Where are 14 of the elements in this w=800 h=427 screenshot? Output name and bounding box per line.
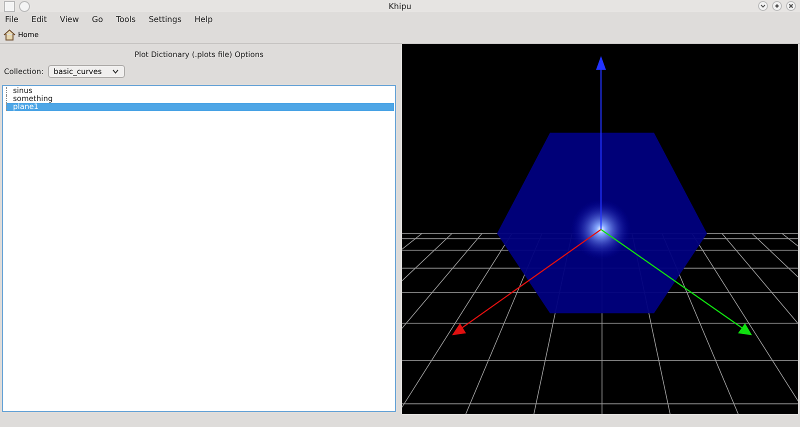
- menu-item[interactable]: Go: [92, 14, 103, 24]
- menu-item[interactable]: Tools: [116, 14, 136, 24]
- menu-item[interactable]: Settings: [148, 14, 182, 24]
- close-icon[interactable]: [786, 1, 796, 11]
- menu-item[interactable]: File: [5, 14, 18, 24]
- caret-icon: [112, 69, 120, 74]
- minimize-icon[interactable]: [758, 1, 768, 11]
- light-glow: [571, 200, 631, 260]
- menu-item[interactable]: Edit: [31, 14, 47, 24]
- menu-item[interactable]: Help: [194, 14, 213, 24]
- menu-item[interactable]: View: [60, 14, 79, 24]
- house-icon: [3, 28, 16, 40]
- window-title: Khipu: [388, 2, 412, 10]
- maximize-icon[interactable]: [772, 1, 782, 11]
